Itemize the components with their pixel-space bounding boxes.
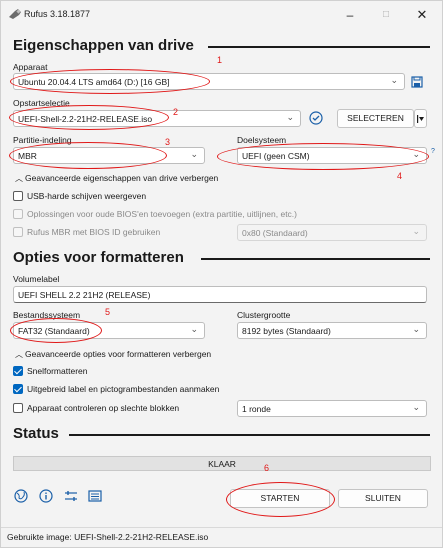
chevron-down-icon: ⌄ [190, 149, 198, 159]
cluster-size-value: 8192 bytes (Standaard) [242, 326, 331, 336]
log-icon[interactable] [88, 489, 102, 503]
checkbox-box [13, 403, 23, 413]
annotation-number-4: 4 [397, 171, 403, 181]
section-divider [201, 258, 430, 260]
start-button[interactable]: STARTEN [230, 489, 330, 508]
cluster-size-select[interactable]: 8192 bytes (Standaard) ⌄ [237, 322, 427, 339]
chevron-down-icon: ⌄ [412, 324, 420, 334]
info-icon[interactable] [39, 489, 53, 503]
device-label: Apparaat [13, 62, 48, 72]
rufus-mbr-label: Rufus MBR met BIOS ID gebruiken [27, 227, 161, 237]
checkbox-box [13, 366, 23, 376]
checkbox-box [13, 227, 23, 237]
annotation-number-2: 2 [173, 107, 179, 117]
minimize-button[interactable]: – [338, 7, 362, 23]
close-button[interactable]: SLUITEN [338, 489, 428, 508]
close-window-button[interactable]: ✕ [410, 7, 434, 23]
rufus-window: Rufus 3.18.1877 – □ ✕ Eigenschappen van … [0, 0, 443, 548]
window-title: Rufus 3.18.1877 [24, 9, 91, 19]
drive-advanced-toggle[interactable]: ︿ Geavanceerde eigenschappen van drive ve… [15, 173, 218, 184]
chevron-down-icon: ⌄ [412, 226, 420, 236]
partition-scheme-select[interactable]: MBR ⌄ [13, 147, 205, 164]
status-heading: Status [13, 425, 59, 442]
select-dropdown-button[interactable] [414, 109, 427, 128]
extended-label-text: Uitgebreid label en pictogrambestanden a… [27, 384, 220, 394]
progress-bar: KLAAR [13, 456, 431, 471]
file-system-select[interactable]: FAT32 (Standaard) ⌄ [13, 322, 205, 339]
progress-status-text: KLAAR [208, 459, 236, 469]
format-options-heading: Opties voor formatteren [13, 249, 184, 266]
file-system-label: Bestandssysteem [13, 310, 81, 320]
passes-value: 1 ronde [242, 404, 271, 414]
annotation-number-5: 5 [105, 307, 111, 317]
chevron-up-icon: ︿ [15, 174, 23, 183]
passes-select[interactable]: 1 ronde ⌄ [237, 400, 427, 417]
device-value: Ubuntu 20.04.4 LTS amd64 (D:) [16 GB] [18, 77, 170, 87]
quick-format-label: Snelformatteren [27, 366, 88, 376]
volume-label-value: UEFI SHELL 2.2 21H2 (RELEASE) [18, 290, 151, 300]
boot-selection-select[interactable]: UEFI-Shell-2.2-21H2-RELEASE.iso ⌄ [13, 110, 301, 127]
file-system-value: FAT32 (Standaard) [18, 326, 90, 336]
usb-drive-icon [9, 9, 21, 19]
globe-icon[interactable] [14, 489, 28, 503]
maximize-button[interactable]: □ [374, 7, 398, 23]
title-bar: Rufus 3.18.1877 – □ ✕ [1, 1, 442, 29]
usb-hdd-label: USB-harde schijven weergeven [27, 191, 147, 201]
old-bios-label: Oplossingen voor oude BIOS'en toevoegen … [27, 209, 297, 219]
check-circle-icon[interactable] [309, 111, 323, 125]
section-divider [69, 434, 430, 436]
format-advanced-toggle-label: Geavanceerde opties voor formatteren ver… [25, 349, 212, 359]
annotation-number-3: 3 [165, 137, 171, 147]
save-icon[interactable] [411, 76, 423, 88]
chevron-down-icon: ⌄ [412, 402, 420, 412]
volume-label-label: Volumelabel [13, 274, 60, 284]
partition-scheme-value: MBR [18, 151, 37, 161]
drive-properties-heading: Eigenschappen van drive [13, 37, 194, 54]
boot-selection-label: Opstartselectie [13, 98, 70, 108]
chevron-down-icon: ⌄ [190, 324, 198, 334]
checkbox-box [13, 209, 23, 219]
status-footer: Gebruikte image: UEFI-Shell-2.2-21H2-REL… [1, 527, 442, 547]
chevron-down-icon: ⌄ [412, 149, 420, 159]
settings-sliders-icon[interactable] [64, 489, 78, 503]
checkbox-box [13, 191, 23, 201]
chevron-up-icon: ︿ [15, 350, 23, 359]
partition-scheme-label: Partitie-indeling [13, 135, 72, 145]
footer-image-text: Gebruikte image: UEFI-Shell-2.2-21H2-REL… [7, 532, 209, 542]
chevron-down-icon: ⌄ [286, 112, 294, 122]
boot-selection-value: UEFI-Shell-2.2-21H2-RELEASE.iso [18, 114, 153, 124]
target-system-value: UEFI (geen CSM) [242, 151, 310, 161]
format-advanced-toggle[interactable]: ︿ Geavanceerde opties voor formatteren ve… [15, 349, 211, 360]
annotation-number-6: 6 [264, 463, 270, 473]
drive-advanced-toggle-label: Geavanceerde eigenschappen van drive ver… [25, 173, 219, 183]
help-icon[interactable]: ? [431, 148, 435, 155]
device-select[interactable]: Ubuntu 20.04.4 LTS amd64 (D:) [16 GB] ⌄ [13, 73, 405, 90]
target-system-label: Doelsysteem [237, 135, 287, 145]
volume-label-input[interactable]: UEFI SHELL 2.2 21H2 (RELEASE) [13, 286, 427, 303]
cluster-size-label: Clustergrootte [237, 310, 291, 320]
chevron-down-icon: ⌄ [390, 75, 398, 85]
caret-down-icon [417, 115, 424, 123]
target-system-select[interactable]: UEFI (geen CSM) ⌄ [237, 147, 427, 164]
section-divider [208, 46, 430, 48]
checkbox-box [13, 384, 23, 394]
bios-id-value: 0x80 (Standaard) [242, 228, 308, 238]
annotation-number-1: 1 [217, 55, 223, 65]
bad-blocks-label: Apparaat controleren op slechte blokken [27, 403, 180, 413]
select-image-button[interactable]: SELECTEREN [337, 109, 414, 128]
bios-id-select[interactable]: 0x80 (Standaard) ⌄ [237, 224, 427, 241]
